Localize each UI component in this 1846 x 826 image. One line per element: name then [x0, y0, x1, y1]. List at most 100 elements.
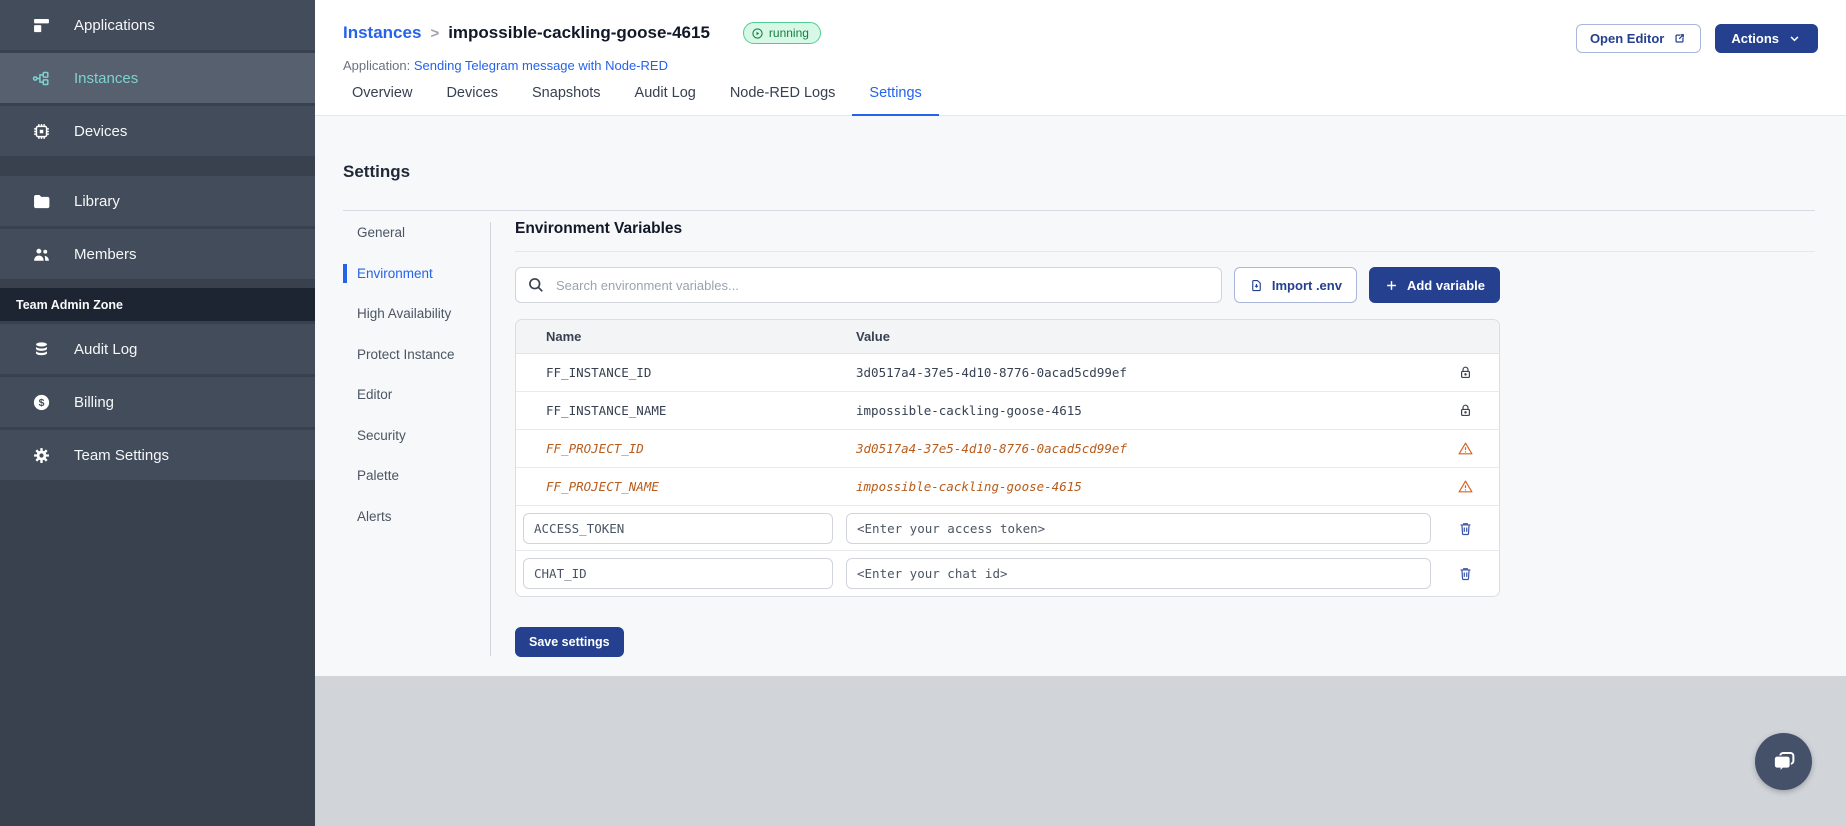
settings-nav-protect-instance[interactable]: Protect Instance [343, 345, 455, 365]
env-var-value-input[interactable] [846, 512, 1431, 544]
sidebar-item-instances[interactable]: Instances [0, 53, 315, 103]
document-download-icon [1252, 279, 1261, 291]
env-var-name: FF_INSTANCE_NAME [546, 403, 667, 418]
play-circle-icon [752, 27, 763, 39]
chat-widget-button[interactable] [1755, 733, 1812, 790]
import-env-label: Import .env [1271, 277, 1342, 293]
sidebar-item-label: Billing [74, 393, 115, 411]
env-var-value: 3d0517a4-37e5-4d10-8776-0acad5cd99ef [856, 441, 1127, 456]
warning-icon[interactable] [1431, 478, 1499, 495]
lock-icon [1431, 402, 1499, 419]
add-variable-label: Add variable [1406, 277, 1485, 293]
open-editor-button[interactable]: Open Editor [1575, 24, 1702, 53]
warning-icon[interactable] [1431, 440, 1499, 457]
instances-icon [31, 68, 52, 89]
actions-button[interactable]: Actions [1715, 24, 1818, 53]
settings-nav-general[interactable]: General [343, 223, 455, 243]
users-icon [31, 244, 52, 265]
sidebar-item-label: Applications [74, 16, 155, 34]
application-link[interactable]: Sending Telegram message with Node-RED [414, 58, 668, 73]
database-icon [31, 339, 52, 360]
sidebar-item-audit-log[interactable]: Audit Log [0, 324, 315, 374]
env-var-value: impossible-cackling-goose-4615 [856, 479, 1082, 494]
sidebar-item-team-settings[interactable]: Team Settings [0, 430, 315, 480]
settings-divider [343, 210, 1815, 211]
application-line: Application: Sending Telegram message wi… [343, 58, 668, 73]
open-editor-label: Open Editor [1589, 31, 1665, 46]
settings-nav-editor[interactable]: Editor [343, 385, 455, 405]
sidebar: Applications Instances Devices Library M… [0, 0, 315, 826]
dollar-circle-icon: $ [31, 392, 52, 413]
actions-label: Actions [1731, 31, 1779, 46]
tab-snapshots[interactable]: Snapshots [515, 85, 618, 115]
table-row [516, 506, 1499, 551]
environment-controls: Import .env Add variable [515, 267, 1500, 303]
settings-nav-palette[interactable]: Palette [343, 466, 455, 486]
table-row [516, 551, 1499, 596]
env-var-name: FF_PROJECT_ID [546, 441, 644, 456]
sidebar-item-label: Instances [74, 69, 139, 87]
search-icon [529, 278, 543, 292]
main-area: Instances > impossible-cackling-goose-46… [315, 0, 1846, 676]
chevron-down-icon [1790, 36, 1799, 42]
table-header-row: Name Value [516, 320, 1499, 354]
sidebar-item-library[interactable]: Library [0, 176, 315, 226]
column-header-value: Value [856, 329, 890, 344]
applications-icon [31, 15, 52, 36]
tab-overview[interactable]: Overview [352, 85, 429, 115]
trash-icon[interactable] [1431, 520, 1499, 537]
tab-settings[interactable]: Settings [852, 85, 939, 116]
save-settings-button[interactable]: Save settings [515, 627, 624, 657]
environment-variables-table: Name Value FF_INSTANCE_ID 3d0517a4-37e5-… [515, 319, 1500, 597]
table-row: FF_PROJECT_NAME impossible-cackling-goos… [516, 468, 1499, 506]
env-var-name: FF_PROJECT_NAME [546, 479, 659, 494]
sidebar-item-label: Team Settings [74, 446, 170, 464]
env-var-value: 3d0517a4-37e5-4d10-8776-0acad5cd99ef [856, 365, 1127, 380]
breadcrumb: Instances > impossible-cackling-goose-46… [343, 22, 821, 44]
tab-audit-log[interactable]: Audit Log [618, 85, 713, 115]
status-badge: running [742, 22, 821, 44]
table-row: FF_INSTANCE_NAME impossible-cackling-goo… [516, 392, 1499, 430]
settings-nav-high-availability[interactable]: High Availability [343, 304, 455, 324]
env-var-name-input[interactable] [523, 512, 833, 544]
env-var-value-input[interactable] [846, 558, 1431, 589]
trash-icon[interactable] [1431, 565, 1499, 582]
settings-nav-environment[interactable]: Environment [343, 263, 455, 284]
gear-icon [31, 445, 52, 466]
sidebar-item-billing[interactable]: $ Billing [0, 377, 315, 427]
instance-header: Instances > impossible-cackling-goose-46… [315, 0, 1846, 116]
breadcrumb-separator: > [430, 24, 440, 42]
external-link-icon [1675, 34, 1685, 43]
plus-icon [1387, 280, 1396, 290]
settings-nav-security[interactable]: Security [343, 426, 455, 446]
search-input[interactable] [515, 267, 1222, 303]
table-row: FF_INSTANCE_ID 3d0517a4-37e5-4d10-8776-0… [516, 354, 1499, 392]
breadcrumb-instances-link[interactable]: Instances [343, 23, 421, 43]
settings-nav-alerts[interactable]: Alerts [343, 507, 455, 527]
sidebar-item-members[interactable]: Members [0, 229, 315, 279]
add-variable-button[interactable]: Add variable [1368, 267, 1500, 303]
table-row: FF_PROJECT_ID 3d0517a4-37e5-4d10-8776-0a… [516, 430, 1499, 468]
tab-node-red-logs[interactable]: Node-RED Logs [713, 85, 853, 115]
sidebar-item-applications[interactable]: Applications [0, 0, 315, 50]
lock-icon [1431, 364, 1499, 381]
subnav-divider [490, 222, 491, 656]
sidebar-item-label: Devices [74, 122, 128, 140]
env-var-name-input[interactable] [523, 558, 833, 589]
settings-subnav: General Environment High Availability Pr… [343, 223, 475, 548]
svg-text:$: $ [39, 397, 45, 409]
sidebar-item-label: Members [74, 245, 137, 263]
sidebar-item-devices[interactable]: Devices [0, 106, 315, 156]
tab-devices[interactable]: Devices [429, 85, 515, 115]
settings-page-title: Settings [343, 162, 411, 181]
chat-bubble-icon [1773, 751, 1794, 773]
import-env-button[interactable]: Import .env [1233, 267, 1357, 303]
status-badge-label: running [768, 26, 809, 40]
sidebar-item-label: Audit Log [74, 340, 138, 358]
env-var-value: impossible-cackling-goose-4615 [856, 403, 1082, 418]
column-header-name: Name [546, 329, 582, 344]
folder-icon [31, 191, 52, 212]
team-admin-zone-header: Team Admin Zone [0, 288, 315, 321]
search-wrap [515, 267, 1222, 303]
